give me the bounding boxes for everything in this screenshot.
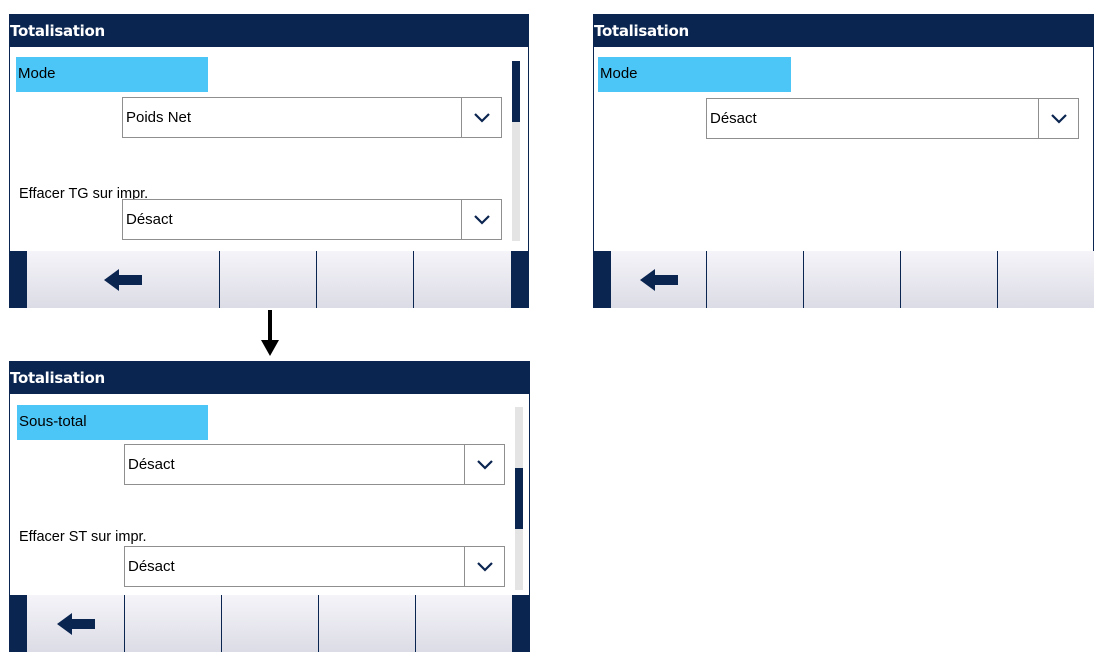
sous-total-label-selected[interactable]: Sous-total [17, 405, 208, 440]
softkey-4[interactable] [901, 251, 997, 308]
right-border [1093, 47, 1094, 251]
softkey-4[interactable] [414, 251, 511, 308]
softkey-5[interactable] [416, 595, 512, 652]
arrow-left-icon [639, 268, 678, 291]
mode-dropdown[interactable]: Poids Net [122, 97, 502, 138]
mode-dropdown-value: Poids Net [126, 109, 192, 126]
softkey-edge-right [512, 595, 530, 652]
effacer-st-label: Effacer ST sur impr. [19, 529, 147, 545]
page-title: Totalisation [593, 14, 1094, 47]
chevron-down-icon [474, 113, 490, 123]
back-softkey[interactable] [27, 251, 219, 308]
page-title: Totalisation [9, 14, 529, 47]
softkey-5[interactable] [998, 251, 1094, 308]
sous-total-dropdown-value: Désact [128, 456, 175, 473]
right-border [529, 394, 530, 595]
settings-panel: Mode Poids Net Effacer TG sur impr. Désa… [9, 47, 529, 251]
mode-dropdown-button[interactable] [461, 98, 501, 137]
screen-mode-desact: Totalisation Mode Désact [593, 14, 1094, 308]
right-border [528, 47, 529, 251]
chevron-down-icon [477, 460, 493, 470]
mode-label-selected[interactable]: Mode [598, 57, 791, 92]
effacer-st-dropdown[interactable]: Désact [124, 546, 505, 587]
softkey-edge-left [9, 595, 27, 652]
softkey-3[interactable] [317, 251, 413, 308]
arrow-down-icon [261, 310, 279, 356]
effacer-st-dropdown-button[interactable] [464, 547, 504, 586]
softkey-edge-left [593, 251, 611, 308]
page-title: Totalisation [9, 361, 530, 394]
arrow-left-icon [56, 612, 95, 635]
softkey-4[interactable] [319, 595, 415, 652]
softkey-2[interactable] [707, 251, 803, 308]
screen-mode-poids-net: Totalisation Mode Poids Net Effacer TG s… [9, 14, 529, 308]
softkey-edge-right [511, 251, 529, 308]
settings-panel: Sous-total Désact Effacer ST sur impr. D… [9, 394, 530, 595]
chevron-down-icon [1051, 114, 1067, 124]
softkey-bar [9, 251, 529, 308]
sous-total-dropdown[interactable]: Désact [124, 444, 505, 485]
sous-total-dropdown-button[interactable] [464, 445, 504, 484]
effacer-tg-dropdown-button[interactable] [461, 200, 501, 239]
softkey-2[interactable] [125, 595, 221, 652]
mode-label-selected[interactable]: Mode [16, 57, 208, 92]
softkey-2[interactable] [220, 251, 316, 308]
left-border [593, 47, 594, 251]
softkey-bar [9, 595, 530, 652]
softkey-3[interactable] [804, 251, 900, 308]
mode-dropdown-button[interactable] [1038, 99, 1078, 138]
settings-panel: Mode Désact [593, 47, 1094, 251]
mode-dropdown[interactable]: Désact [706, 98, 1079, 139]
back-softkey[interactable] [27, 595, 124, 652]
softkey-edge-left [9, 251, 27, 308]
mode-dropdown-value: Désact [710, 110, 757, 127]
chevron-down-icon [474, 215, 490, 225]
softkey-3[interactable] [222, 595, 318, 652]
screen-sous-total: Totalisation Sous-total Désact Effacer S… [9, 361, 530, 652]
effacer-tg-dropdown[interactable]: Désact [122, 199, 502, 240]
softkey-bar [593, 251, 1094, 308]
back-softkey[interactable] [611, 251, 706, 308]
left-border [9, 394, 10, 595]
scrollbar[interactable] [512, 61, 520, 241]
arrow-left-icon [104, 268, 142, 291]
scrollbar-thumb[interactable] [512, 61, 520, 122]
chevron-down-icon [477, 562, 493, 572]
left-border [9, 47, 10, 251]
effacer-st-dropdown-value: Désact [128, 558, 175, 575]
effacer-tg-dropdown-value: Désact [126, 211, 173, 228]
scrollbar-thumb[interactable] [515, 468, 523, 529]
scrollbar[interactable] [515, 407, 523, 590]
